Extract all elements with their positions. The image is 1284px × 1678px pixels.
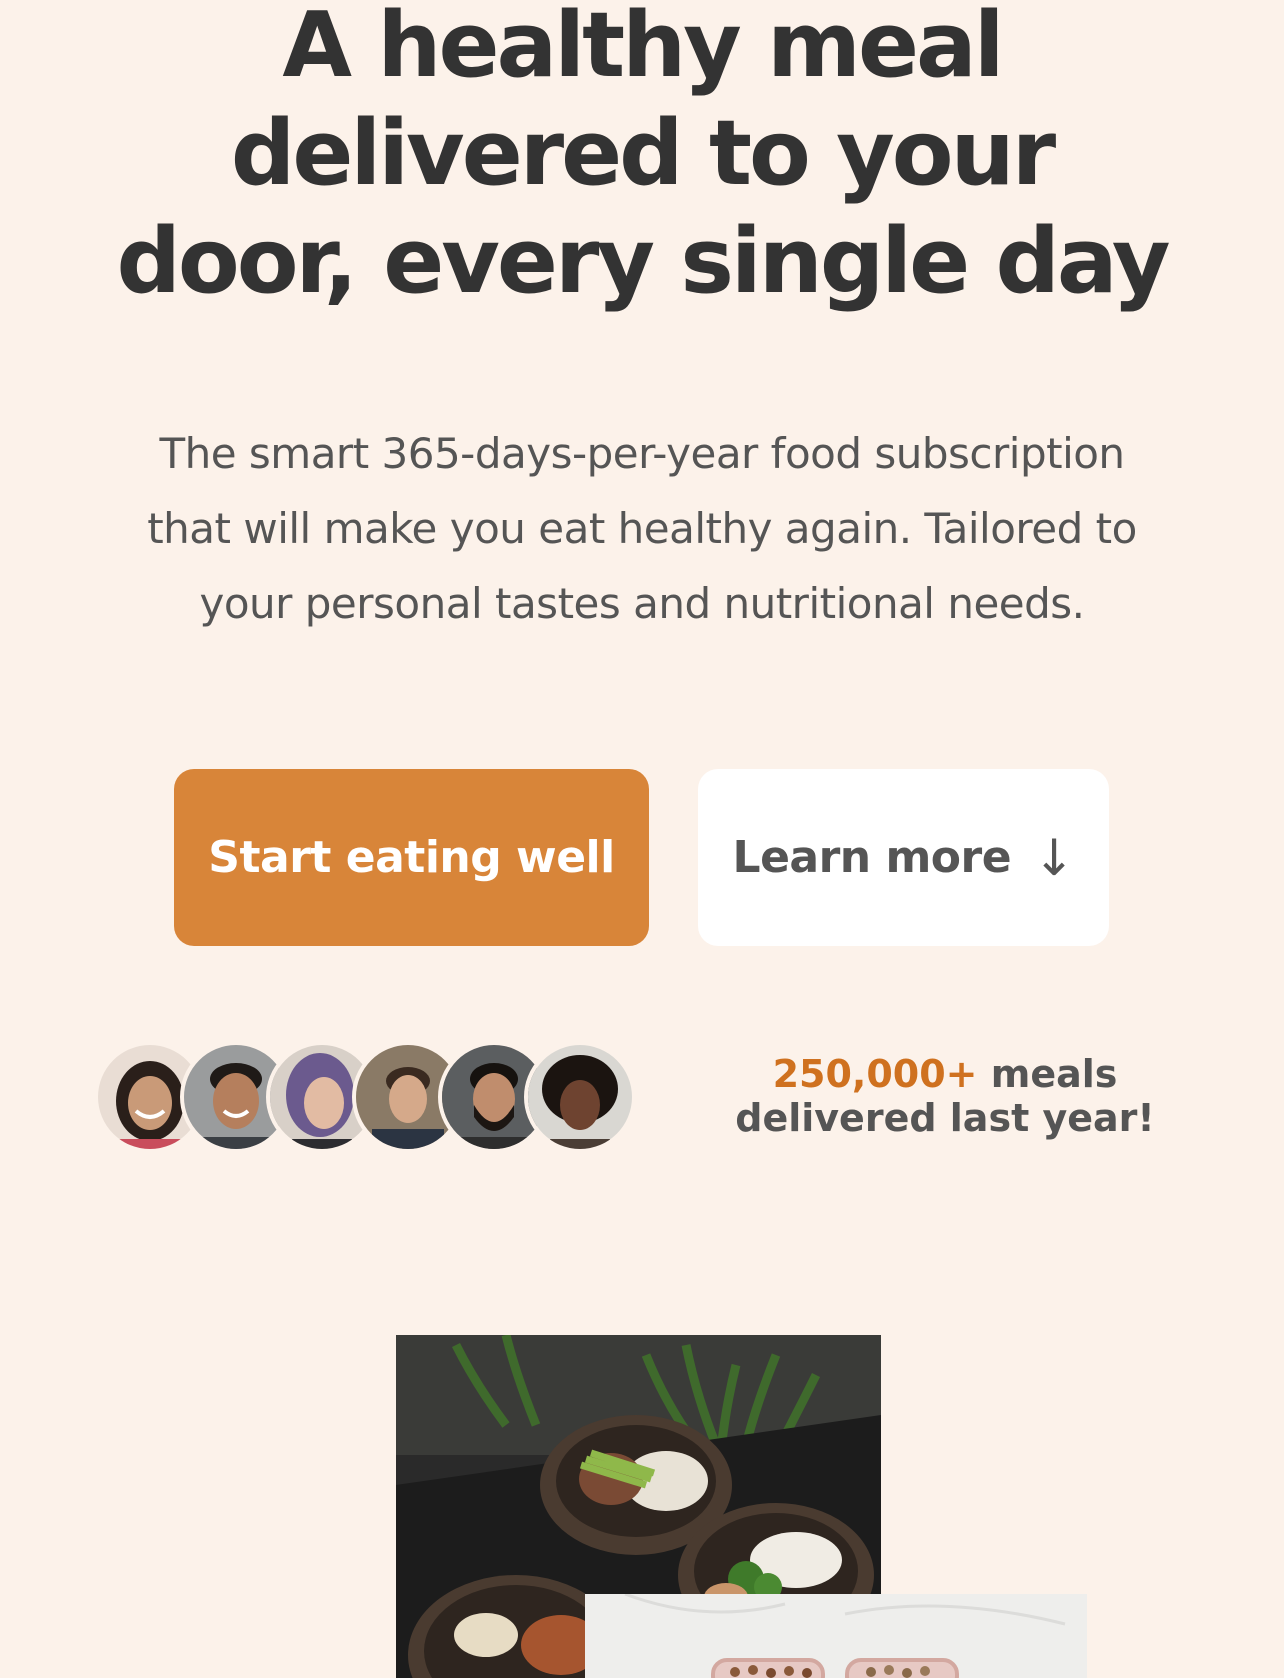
start-eating-well-label: Start eating well bbox=[208, 832, 615, 883]
arrow-down-icon: ↓ bbox=[1033, 828, 1075, 887]
hero-description-line-1: The smart 365-days-per-year food subscri… bbox=[159, 429, 1125, 478]
learn-more-label: Learn more bbox=[732, 832, 1012, 883]
meals-delivered-stat: 250,000+ meals delivered last year! bbox=[690, 1052, 1200, 1140]
hero-title: A healthy meal delivered to your door, e… bbox=[0, 0, 1284, 316]
hero-description: The smart 365-days-per-year food subscri… bbox=[100, 416, 1184, 641]
customer-avatars bbox=[94, 1041, 694, 1153]
start-eating-well-button[interactable]: Start eating well bbox=[174, 769, 649, 946]
hero-description-line-2: that will make you eat healthy again. Ta… bbox=[147, 504, 1137, 553]
meal-containers-photo bbox=[585, 1594, 1087, 1678]
hero-title-line-3: door, every single day bbox=[116, 209, 1170, 314]
meals-subtext: delivered last year! bbox=[735, 1096, 1155, 1140]
meal-containers-image bbox=[585, 1594, 1087, 1678]
meals-label: meals bbox=[990, 1052, 1118, 1096]
meals-count: 250,000+ bbox=[772, 1052, 978, 1096]
avatar bbox=[524, 1041, 636, 1153]
hero-description-line-3: your personal tastes and nutritional nee… bbox=[199, 579, 1085, 628]
avatar-woman-curly-hair-image bbox=[528, 1045, 632, 1149]
learn-more-button[interactable]: Learn more ↓ bbox=[698, 769, 1109, 946]
hero-title-line-1: A healthy meal bbox=[282, 0, 1004, 98]
hero-title-line-2: delivered to your bbox=[230, 101, 1056, 206]
